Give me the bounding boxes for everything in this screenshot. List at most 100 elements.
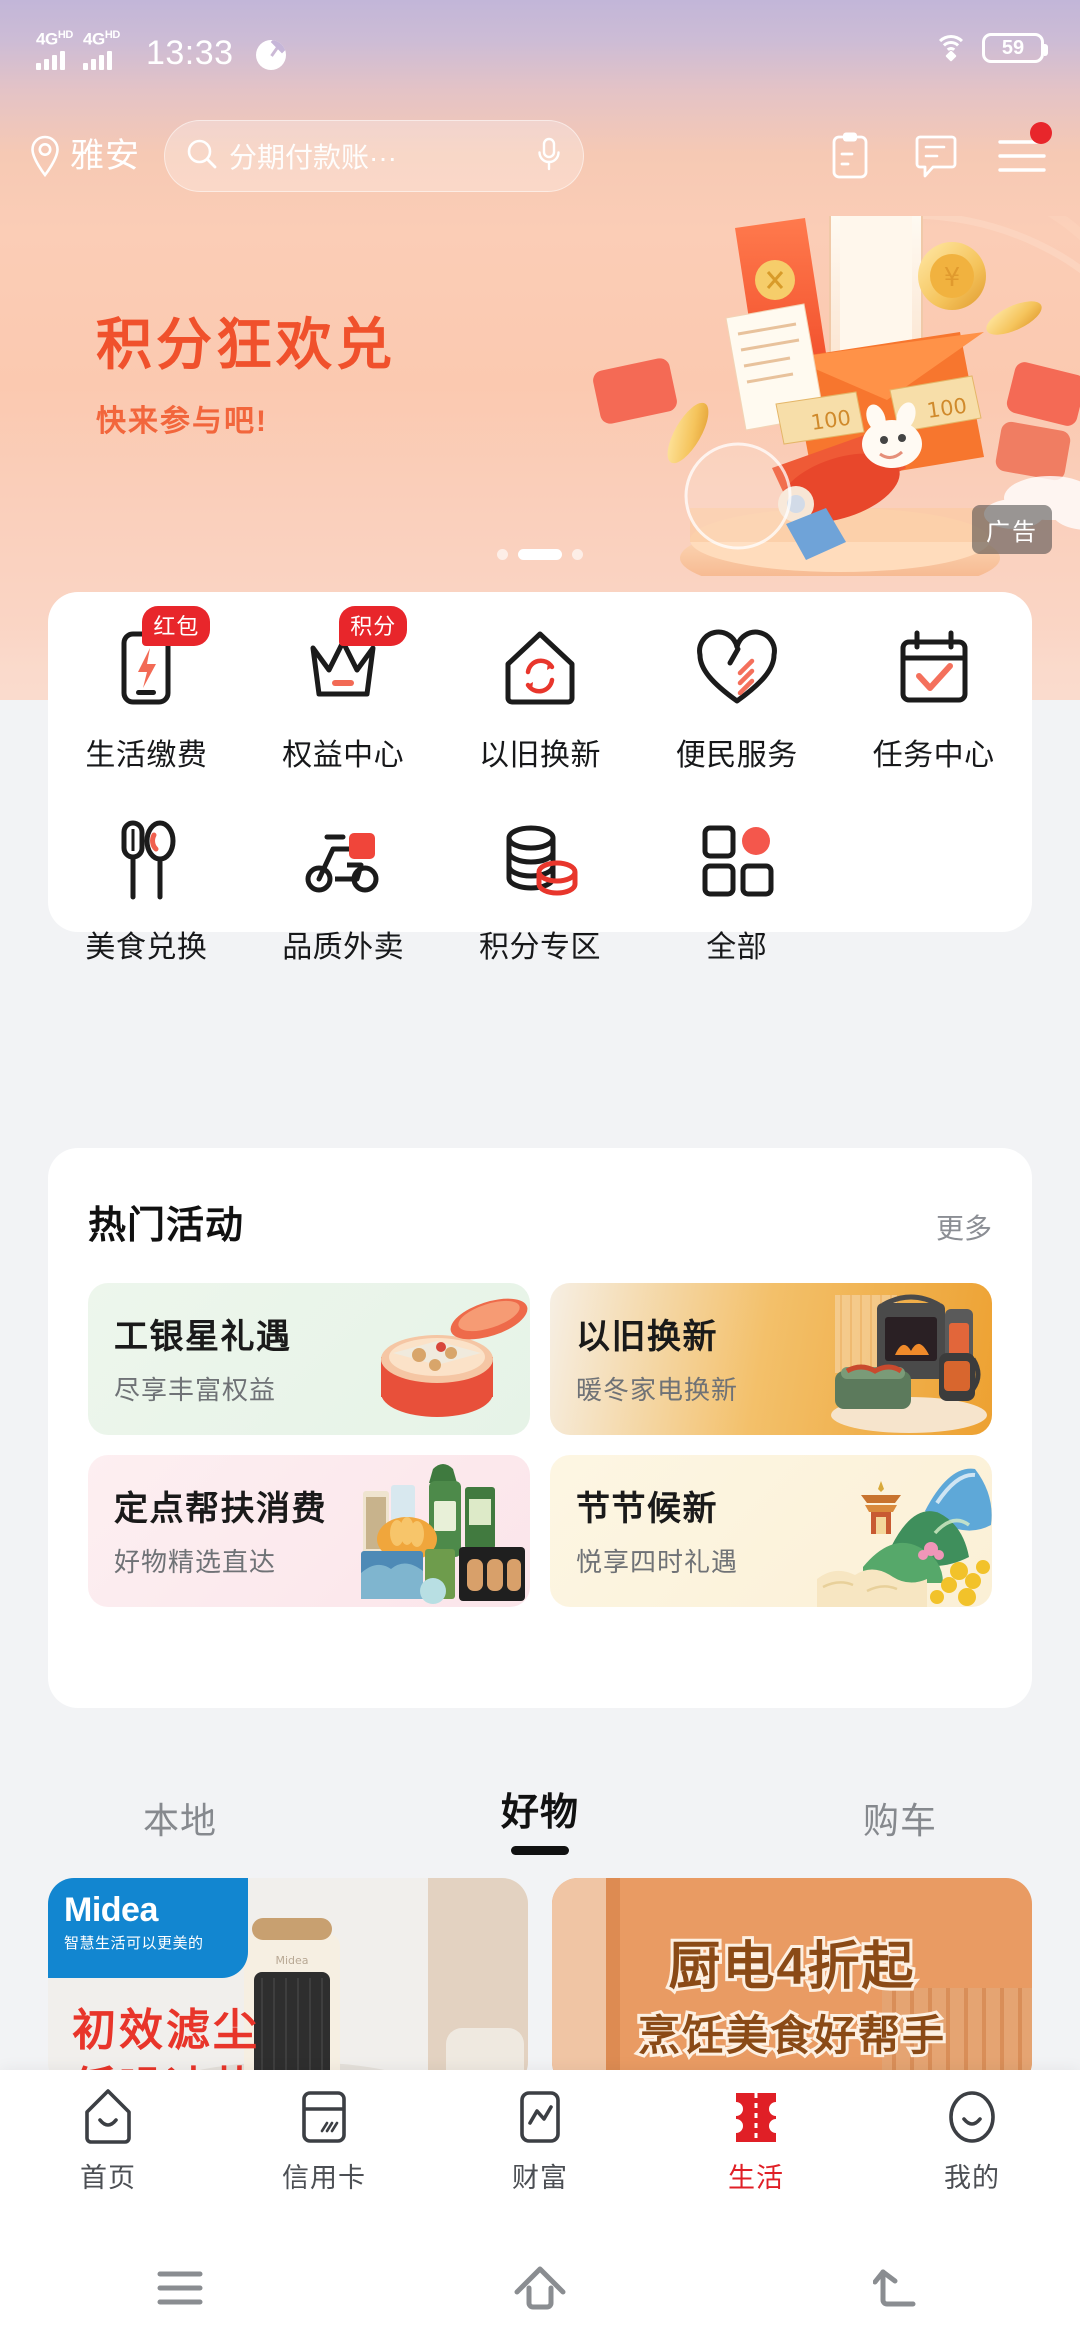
system-navigation-bar: [0, 2240, 1080, 2340]
menu-icon[interactable]: [996, 122, 1052, 184]
midea-brand-badge: Midea 智慧生活可以更美的: [48, 1878, 248, 1978]
section-title: 热门活动: [88, 1205, 245, 1247]
carousel-dot-3[interactable]: [572, 549, 583, 560]
quick-action-label: 品质外卖: [282, 931, 405, 964]
bottom-nav-label: 生活: [728, 2163, 784, 2193]
quick-action-label: 全部: [706, 931, 768, 964]
bottom-nav-home[interactable]: 首页: [0, 2088, 216, 2195]
tab-active-indicator: [511, 1846, 569, 1855]
bottom-nav-label: 财富: [512, 2163, 568, 2193]
tab-local[interactable]: 本地: [0, 1758, 360, 1878]
bottom-nav-life[interactable]: 生活: [648, 2088, 864, 2195]
product-tile-kitchen[interactable]: 厨电4折起 烹饪美食好帮手: [552, 1878, 1032, 2088]
ticket-icon: [730, 2088, 782, 2146]
utensils-icon: [98, 812, 194, 908]
svg-text:¥: ¥: [944, 263, 961, 293]
ad-label: 广告: [972, 505, 1052, 554]
quick-action-life-payment[interactable]: 红包 生活缴费: [48, 606, 245, 774]
more-link[interactable]: 更多: [936, 1207, 992, 1247]
quick-action-trade-in[interactable]: 以旧换新: [442, 620, 639, 774]
search-input[interactable]: 分期付款账···: [164, 120, 584, 192]
hot-activities-card: 热门活动 更多 工银星礼遇 尽享丰富权益 以旧换新 暖冬家电换新 定点帮扶消费 …: [48, 1148, 1032, 1708]
product-tile-midea[interactable]: Midea Midea 智慧生活可以更美的 初效滤尘 低噪速热: [48, 1878, 528, 2088]
bottom-nav-credit-card[interactable]: 信用卡: [216, 2088, 432, 2195]
location-selector[interactable]: 雅安: [28, 134, 140, 178]
grocery-thumb: [361, 1464, 525, 1604]
activity-subtitle: 好物精选直达: [114, 1547, 277, 1577]
banner-subtitle: 快来参与吧!: [96, 405, 268, 438]
home-button[interactable]: [360, 2264, 720, 2317]
header-icon-group: [824, 122, 1052, 184]
quick-action-all[interactable]: 全部: [638, 812, 835, 966]
grid-icon: [689, 812, 785, 908]
battery-icon: 59: [982, 33, 1048, 63]
quick-action-badge: 红包: [142, 606, 211, 646]
quick-action-label: 权益中心: [282, 739, 405, 772]
profile-icon: [946, 2088, 998, 2146]
quick-action-label: 积分专区: [478, 931, 601, 964]
search-icon: [185, 137, 219, 176]
location-label: 雅安: [70, 137, 140, 175]
recents-button[interactable]: [0, 2266, 360, 2315]
carousel-dot-2[interactable]: [518, 549, 562, 560]
quick-action-rights-center[interactable]: 积分 权益中心: [245, 606, 442, 774]
promo-banner[interactable]: ¥ 100 100 积分狂欢兑 快来参与吧! 广告: [0, 216, 1080, 576]
activity-card-star-gift[interactable]: 工银星礼遇 尽享丰富权益: [88, 1283, 530, 1435]
hamburger-icon: [152, 2266, 208, 2315]
quick-action-label: 任务中心: [872, 739, 995, 772]
content-tabs: 本地 好物 购车: [0, 1758, 1080, 1878]
tab-car-purchase[interactable]: 购车: [720, 1758, 1080, 1878]
product-tiles: Midea Midea 智慧生活可以更美的 初效滤尘 低噪速热 厨电4折起 烹饪…: [48, 1878, 1032, 2088]
product-headline-2: 烹饪美食好帮手: [635, 2009, 947, 2062]
microphone-icon[interactable]: [535, 136, 563, 177]
clipboard-icon[interactable]: [824, 128, 876, 184]
search-value: 分期付款账···: [229, 142, 397, 173]
sim1-network-label: 4G: [36, 29, 58, 49]
quick-actions-card: 红包 生活缴费 积分 权益中心 以旧换新 便民服务 任务中心 美食兑换 品质外卖…: [48, 592, 1032, 964]
carousel-dot-1[interactable]: [497, 549, 508, 560]
tab-label: 好物: [500, 1792, 579, 1834]
bottom-nav-wealth[interactable]: 财富: [432, 2088, 648, 2195]
activity-subtitle: 尽享丰富权益: [114, 1375, 277, 1405]
tab-goods[interactable]: 好物: [360, 1758, 720, 1878]
location-pin-icon: [28, 134, 62, 178]
product-headline-1: 初效滤尘: [72, 2006, 260, 2055]
sim2-hd-label: HD: [104, 28, 120, 41]
quick-actions-row-2: 美食兑换 品质外卖 积分专区 全部: [48, 774, 1032, 966]
quick-action-badge: 积分: [339, 606, 408, 646]
bottom-nav-label: 我的: [944, 2163, 1000, 2193]
signal-sim2-icon: 4GHD: [82, 26, 120, 71]
activity-title: 节节候新: [576, 1490, 718, 1528]
activity-card-trade-in[interactable]: 以旧换新 暖冬家电换新: [550, 1283, 992, 1435]
chart-icon: [516, 2088, 564, 2146]
bottom-nav-profile[interactable]: 我的: [864, 2088, 1080, 2195]
banner-carousel-dots[interactable]: [497, 549, 583, 560]
menu-notification-badge: [1030, 122, 1052, 144]
app-header: 雅安 分期付款账···: [0, 108, 1080, 204]
wifi-icon: [934, 35, 968, 62]
battery-percent-label: 59: [1001, 37, 1025, 59]
quick-action-food-exchange[interactable]: 美食兑换: [48, 812, 245, 966]
landscape-thumb: [817, 1468, 992, 1607]
activity-card-aid-consumption[interactable]: 定点帮扶消费 好物精选直达: [88, 1455, 530, 1607]
brand-name: Midea: [64, 1891, 158, 1929]
sim1-hd-label: HD: [57, 28, 73, 41]
home-arrow-icon: [513, 2264, 567, 2317]
chat-icon[interactable]: [910, 128, 962, 184]
bottom-navigation: 首页 信用卡 财富 生活 我的: [0, 2070, 1080, 2240]
status-bar-left: 4GHD 4GHD 13:33: [36, 26, 286, 71]
credit-card-icon: [299, 2088, 349, 2146]
back-button[interactable]: [720, 2264, 1080, 2317]
quick-action-task-center[interactable]: 任务中心: [835, 620, 1032, 774]
quick-action-points-zone[interactable]: 积分专区: [442, 812, 639, 966]
bottom-nav-label: 首页: [80, 2163, 136, 2193]
quick-action-quality-takeout[interactable]: 品质外卖: [245, 812, 442, 966]
heart-icon: [689, 620, 785, 716]
gift-box-thumb: [381, 1298, 528, 1417]
activity-card-seasonal[interactable]: 节节候新 悦享四时礼遇: [550, 1455, 992, 1607]
activity-subtitle: 暖冬家电换新: [576, 1375, 739, 1405]
quick-action-convenience[interactable]: 便民服务: [638, 620, 835, 774]
house-recycle-icon: [492, 620, 588, 716]
status-bar-right: 59: [934, 33, 1048, 63]
bottom-nav-label: 信用卡: [282, 2163, 366, 2193]
